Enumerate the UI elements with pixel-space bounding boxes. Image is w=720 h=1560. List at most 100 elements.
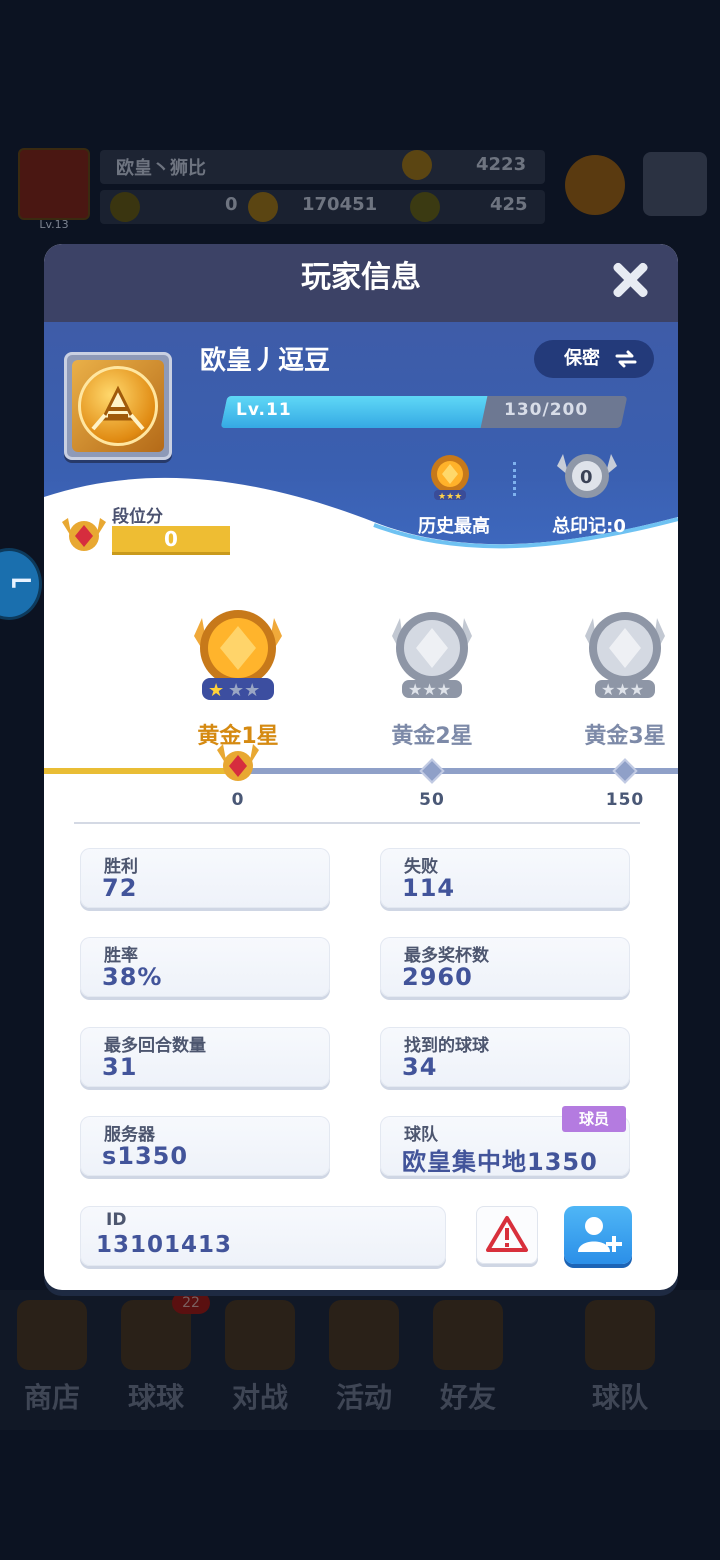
stat-max-rounds: 最多回合数量 31 (80, 1027, 330, 1087)
friends-icon (433, 1300, 503, 1370)
stat-value: 31 (102, 1053, 138, 1081)
stat-value: s1350 (102, 1142, 189, 1170)
bg-stat1: 0 (225, 194, 238, 215)
nav-balls: 球球 (106, 1300, 206, 1416)
side-shark-button[interactable]: ⌐ (0, 548, 42, 620)
modal-header: 玩家信息 (44, 244, 678, 322)
seal-count: 0 (580, 467, 593, 488)
id-value: 13101413 (96, 1232, 233, 1258)
tier-gold-1[interactable]: ★ ★★ 黄金1星 (178, 602, 298, 750)
stat-value: 72 (102, 874, 138, 902)
game-screen: Lv.13 欧皇丶狮比 4223 0 170451 425 ⌐ 商店 球球 22… (0, 0, 720, 1560)
silver-tier-medal-icon: ★★★ (392, 612, 472, 699)
gold-tier-medal-icon: ★ ★★ (194, 610, 282, 701)
current-rank-marker-icon (217, 744, 259, 781)
add-friend-button[interactable] (564, 1206, 632, 1264)
stat-value: 34 (402, 1053, 438, 1081)
id-label: ID (106, 1210, 127, 1230)
swap-icon (615, 350, 637, 368)
seal-medal-icon: 0 (557, 454, 617, 498)
bg-menu-button (643, 152, 707, 216)
nav-shop: 商店 (2, 1300, 102, 1416)
stat-wins: 胜利 72 (80, 848, 330, 908)
player-name: 欧皇丿逗豆 (200, 346, 331, 376)
history-best-medal-icon: ★★★ (431, 455, 469, 502)
bg-coins: 170451 (302, 194, 378, 215)
nav-team: 球队 (570, 1300, 670, 1416)
add-friend-icon (578, 1217, 622, 1252)
stat-win-rate: 胜率 38% (80, 937, 330, 997)
rank-points-value: 0 (112, 526, 230, 552)
silver-tier-medal-icon: ★★★ (585, 612, 665, 699)
stat-max-trophies: 最多奖杯数 2960 (380, 937, 630, 997)
tier-gold-2[interactable]: ★★★ 黄金2星 (372, 602, 492, 750)
svg-text:★★★: ★★★ (601, 680, 644, 699)
modal-title: 玩家信息 (301, 260, 421, 295)
nav-events-label: 活动 (335, 1381, 392, 1414)
knight-helmet-icon (78, 366, 158, 446)
tier-name: 黄金3星 (584, 724, 666, 749)
stat-team[interactable]: 球队 欧皇集中地1350 球员 (380, 1106, 630, 1176)
nav-battle: 对战 (210, 1300, 310, 1416)
stat-losses: 失败 114 (380, 848, 630, 908)
bg-star-icon (110, 192, 140, 222)
separator (513, 462, 517, 496)
tier-threshold: 150 (605, 790, 645, 810)
bg-trophy-icon (402, 150, 432, 180)
stat-value: 2960 (402, 963, 473, 991)
bg-gems: 425 (490, 194, 528, 215)
events-icon (329, 1300, 399, 1370)
divider (74, 822, 640, 824)
rank-points-label: 段位分 (112, 507, 163, 527)
nav-balls-label: 球球 (127, 1381, 184, 1414)
tier-node (419, 758, 445, 784)
stat-server: 服务器 s1350 (80, 1116, 330, 1176)
level-label: Lv.11 (236, 400, 292, 420)
warning-icon (486, 1216, 528, 1252)
bg-trophies: 4223 (476, 154, 527, 175)
stat-value: 114 (402, 874, 456, 902)
svg-text:★★: ★★ (228, 680, 260, 701)
tier-node (612, 758, 638, 784)
nav-battle-label: 对战 (231, 1381, 288, 1414)
rank-points-icon (62, 518, 106, 551)
svg-text:★: ★ (208, 680, 224, 701)
avatar-bg (72, 360, 164, 452)
bg-player-level: Lv.13 (39, 218, 69, 231)
avatar[interactable] (64, 352, 172, 460)
nav-team-label: 球队 (591, 1381, 648, 1414)
stat-value: 欧皇集中地1350 (402, 1148, 598, 1176)
svg-text:★★★: ★★★ (408, 680, 451, 699)
bg-coin-icon (248, 192, 278, 222)
team-role-badge: 球员 (562, 1106, 626, 1132)
total-seals-label: 总印记:0 (552, 516, 626, 537)
bg-player-name: 欧皇丶狮比 (116, 158, 206, 179)
tier-progress-fill (44, 768, 238, 774)
svg-text:★★★: ★★★ (438, 492, 462, 502)
privacy-label: 保密 (564, 348, 600, 369)
tier-name: 黄金2星 (391, 724, 473, 749)
nav-friends-label: 好友 (439, 1381, 496, 1414)
tier-threshold: 0 (231, 790, 245, 810)
close-button[interactable] (610, 260, 650, 300)
exp-text: 130/200 (504, 400, 589, 420)
nav-friends: 好友 (418, 1300, 518, 1416)
report-button[interactable] (476, 1206, 538, 1264)
team-icon (585, 1300, 655, 1370)
tier-gold-3[interactable]: ★★★ 黄金3星 (565, 602, 678, 750)
nav-events: 活动 (314, 1300, 414, 1416)
shop-icon (17, 1300, 87, 1370)
bg-trophy-button (565, 155, 625, 215)
swords-icon (225, 1300, 295, 1370)
nav-shop-label: 商店 (23, 1381, 80, 1414)
history-best-label: 历史最高 (418, 516, 490, 537)
stat-value: 38% (102, 963, 163, 991)
bg-gem-icon (410, 192, 440, 222)
player-info-modal: 玩家信息 欧皇丿逗豆 保密 Lv.11 130/200 ★★★ 0 历史最高 总… (44, 244, 678, 1290)
player-id-box[interactable]: ID 13101413 (80, 1206, 446, 1266)
nav-badge: 22 (172, 1292, 210, 1314)
bg-player-avatar (18, 148, 90, 220)
privacy-toggle-button[interactable]: 保密 (534, 340, 654, 378)
stat-balls-found: 找到的球球 34 (380, 1027, 630, 1087)
tier-threshold: 50 (419, 790, 445, 810)
